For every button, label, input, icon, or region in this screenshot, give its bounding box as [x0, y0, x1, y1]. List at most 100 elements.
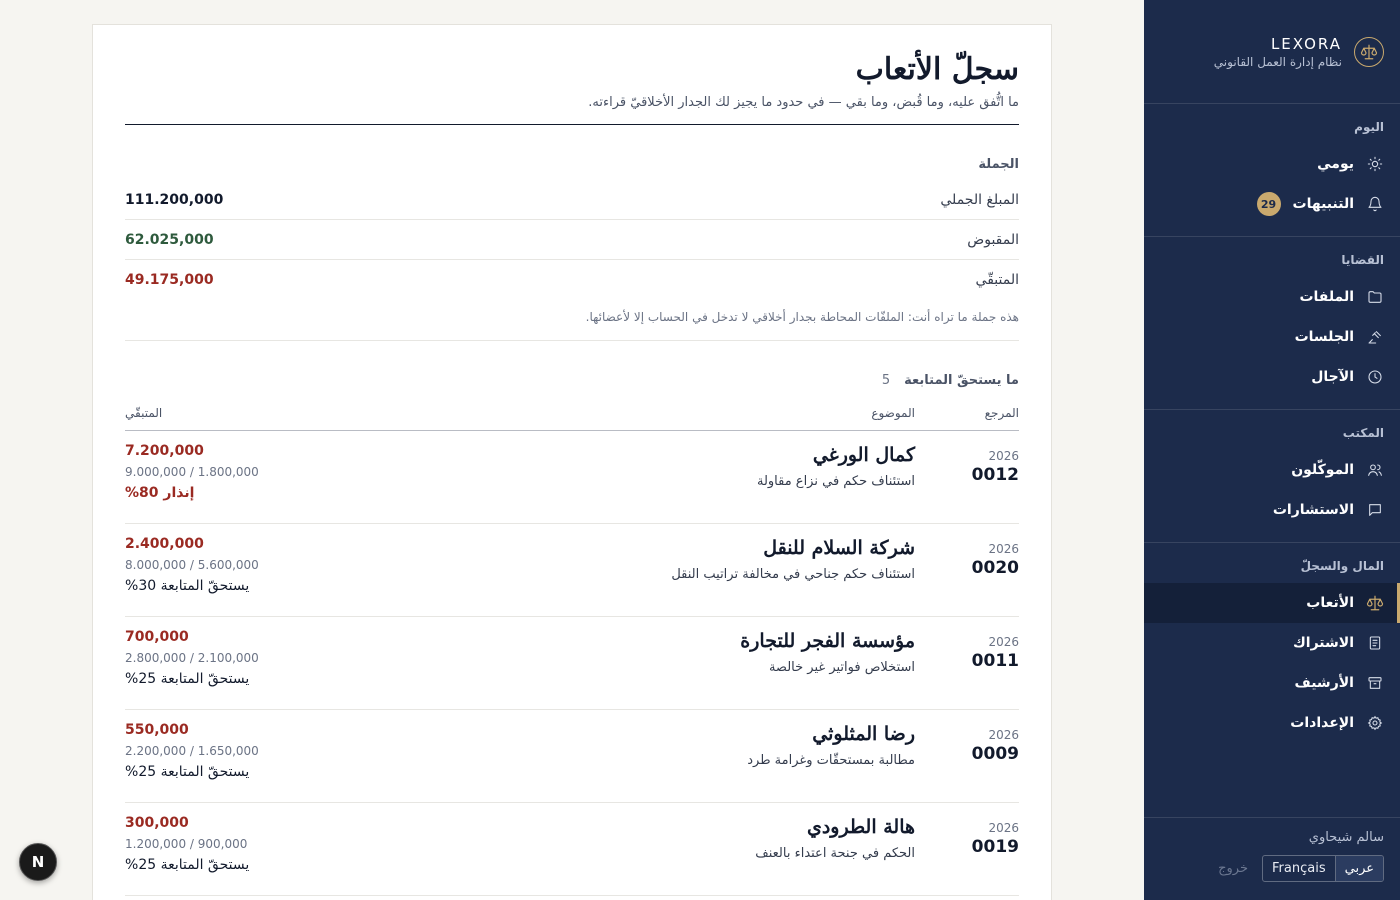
sidebar-item-label: الاستشارات: [1272, 502, 1354, 518]
client-name[interactable]: شركة السلام للنقل: [325, 536, 915, 561]
case-number[interactable]: 0009: [972, 744, 1019, 764]
table-row[interactable]: 2026 0011 مؤسسة الفجر للتجارة استخلاص فو…: [125, 617, 1019, 710]
brand-subtitle: نظام إدارة العمل القانوني: [1213, 54, 1342, 69]
nav-section-title: القضايا: [1341, 253, 1384, 267]
summary-due-value: 49.175,000: [125, 272, 214, 288]
due-ratio: 2.200,000 / 1.650,000: [125, 744, 259, 758]
due-amount: 300,000: [125, 815, 189, 831]
case-number[interactable]: 0011: [972, 651, 1019, 671]
case-subject: الحكم في جنحة اعتداء بالعنف: [755, 845, 915, 861]
due-ratio: 9.000,000 / 1.800,000: [125, 465, 259, 479]
nav-section-finance: المال والسجلّ الأتعاب الاشتراك الأرشيف ا…: [1144, 543, 1400, 755]
case-subject: استئناف حكم في نزاع مقاولة: [756, 473, 915, 489]
sidebar-item-alerts[interactable]: التنبيهات 29: [1144, 184, 1400, 224]
case-number[interactable]: 0020: [972, 558, 1019, 578]
client-name[interactable]: رضا المثلوثي: [325, 722, 915, 747]
header-ref: المرجع: [984, 406, 1019, 420]
case-subject: استخلاص فواتير غير خالصة: [768, 659, 915, 675]
followup-table-body: 2026 0012 كمال الورغي استئناف حكم في نزا…: [125, 431, 1019, 896]
sidebar-item-fees[interactable]: الأتعاب: [1144, 583, 1400, 623]
due-amount: 700,000: [125, 629, 189, 645]
sidebar-item-consultations[interactable]: الاستشارات: [1144, 490, 1400, 530]
receipt-icon: [1366, 634, 1384, 652]
due-amount: 550,000: [125, 722, 189, 738]
summary-row-paid: المقبوض 62.025,000: [125, 220, 1019, 260]
summary-due-label: المتبقّي: [975, 272, 1019, 288]
case-number[interactable]: 0012: [972, 465, 1019, 485]
case-number[interactable]: 0019: [972, 837, 1019, 857]
summary-section-title: الجملة: [125, 157, 1019, 172]
due-amount: 7.200,000: [125, 443, 204, 459]
users-icon: [1366, 461, 1384, 479]
sidebar-item-daily[interactable]: يومي: [1144, 144, 1400, 184]
header-subject: الموضوع: [871, 406, 915, 420]
summary-row-due: المتبقّي 49.175,000: [125, 260, 1019, 300]
summary-paid-value: 62.025,000: [125, 231, 214, 248]
page-title: سجلّ الأتعاب: [855, 52, 1019, 87]
table-row[interactable]: 2026 0012 كمال الورغي استئناف حكم في نزا…: [125, 431, 1019, 524]
chat-icon: [1366, 501, 1384, 519]
nav-section-title: اليوم: [1354, 120, 1384, 134]
case-subject: استئناف حكم جناحي في مخالفة تراتيب النقل: [671, 566, 915, 582]
alerts-count-badge: 29: [1256, 192, 1281, 216]
sidebar-item-label: الإعدادات: [1290, 715, 1354, 731]
scales-icon: [1366, 594, 1384, 612]
sidebar-item-deadlines[interactable]: الآجال: [1144, 357, 1400, 397]
sidebar-item-label: الملفات: [1299, 289, 1354, 305]
gear-icon: [1366, 714, 1384, 732]
sidebar-item-settings[interactable]: الإعدادات: [1144, 703, 1400, 743]
summary-paid-label: المقبوض: [967, 231, 1019, 248]
scales-logo-icon: [1354, 36, 1384, 67]
nav-section-office: المكتب الموكّلون الاستشارات: [1144, 410, 1400, 543]
table-row[interactable]: 2026 0019 هالة الطرودي الحكم في جنحة اعت…: [125, 803, 1019, 896]
lang-french-button[interactable]: Français: [1263, 856, 1336, 881]
case-year: 2026: [988, 449, 1019, 463]
lang-arabic-button[interactable]: عربي: [1335, 856, 1383, 881]
clock-icon: [1366, 368, 1384, 386]
sidebar-item-clients[interactable]: الموكّلون: [1144, 450, 1400, 490]
summary-total-value: 111.200,000: [125, 191, 224, 208]
followup-section-title: ما يستحقّ المتابعة 5: [125, 373, 1019, 388]
due-ratio: 1.200,000 / 900,000: [125, 837, 248, 851]
due-status: يستحقّ المتابعة 25%: [125, 764, 250, 780]
sidebar-item-label: الجلسات: [1294, 329, 1354, 345]
language-switch: عربي Français: [1262, 855, 1384, 882]
due-amount: 2.400,000: [125, 536, 204, 552]
sidebar-item-hearings[interactable]: الجلسات: [1144, 317, 1400, 357]
due-ratio: 8.000,000 / 5.600,000: [125, 558, 259, 572]
brand-name: LEXORA: [1270, 34, 1342, 53]
due-ratio: 2.800,000 / 2.100,000: [125, 651, 259, 665]
page-subtitle: ما اتُّفق عليه، وما قُبض، وما بقي — في ح…: [125, 95, 1019, 125]
table-row[interactable]: 2026 0020 شركة السلام للنقل استئناف حكم …: [125, 524, 1019, 617]
summary-note: هذه جملة ما تراه أنت: الملفّات المحاطة ب…: [125, 300, 1019, 341]
case-subject: مطالبة بمستحقّات وغرامة طرد: [747, 752, 915, 768]
table-row[interactable]: 2026 0009 رضا المثلوثي مطالبة بمستحقّات …: [125, 710, 1019, 803]
summary-row-total: المبلغ الجملي 111.200,000: [125, 180, 1019, 220]
client-name[interactable]: كمال الورغي: [325, 443, 915, 468]
case-year: 2026: [988, 728, 1019, 742]
due-status: إنذار 80%: [125, 485, 195, 501]
dev-tools-n-button[interactable]: N: [19, 843, 57, 881]
nav-section-cases: القضايا الملفات الجلسات الآجال: [1144, 237, 1400, 410]
sidebar-item-label: يومي: [1317, 156, 1354, 172]
folder-icon: [1366, 288, 1384, 306]
summary-total-label: المبلغ الجملي: [940, 191, 1019, 208]
case-year: 2026: [988, 635, 1019, 649]
nav-section-title: المال والسجلّ: [1300, 559, 1384, 573]
client-name[interactable]: هالة الطرودي: [325, 815, 915, 840]
sidebar-item-label: الاشتراك: [1292, 635, 1354, 651]
header-due: المتبقّي: [125, 406, 163, 420]
sidebar-item-files[interactable]: الملفات: [1144, 277, 1400, 317]
sidebar-item-label: الأتعاب: [1306, 595, 1354, 611]
due-status: يستحقّ المتابعة 25%: [125, 671, 250, 687]
sidebar-item-label: التنبيهات: [1292, 196, 1354, 212]
brand: LEXORA نظام إدارة العمل القانوني: [1144, 0, 1400, 104]
bell-icon: [1366, 195, 1384, 213]
logout-link[interactable]: خروج: [1218, 861, 1248, 876]
sidebar-item-subscription[interactable]: الاشتراك: [1144, 623, 1400, 663]
followup-count: 5: [881, 373, 891, 388]
gavel-icon: [1366, 328, 1384, 346]
client-name[interactable]: مؤسسة الفجر للتجارة: [325, 629, 915, 654]
sidebar-item-archive[interactable]: الأرشيف: [1144, 663, 1400, 703]
case-year: 2026: [988, 821, 1019, 835]
